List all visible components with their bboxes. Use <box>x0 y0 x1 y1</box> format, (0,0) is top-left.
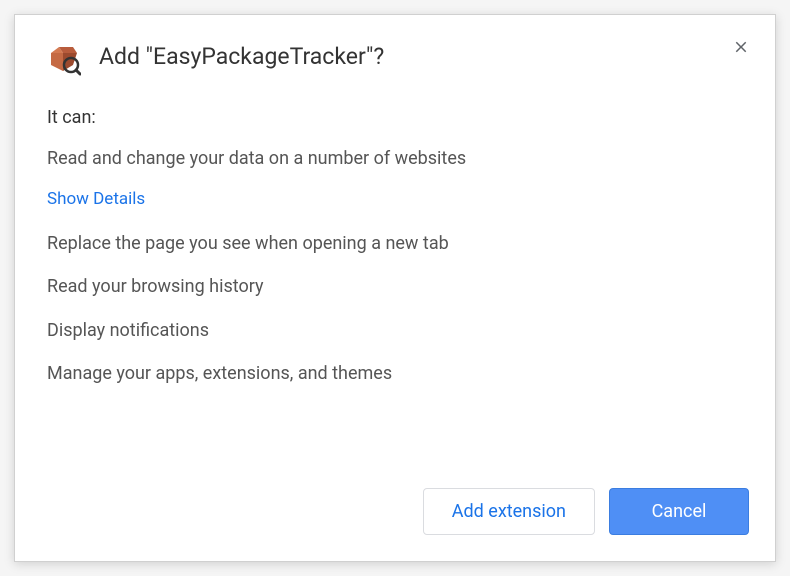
show-details-link[interactable]: Show Details <box>47 189 145 209</box>
permission-item: Replace the page you see when opening a … <box>47 231 743 256</box>
dialog-footer: Add extension Cancel <box>15 472 775 561</box>
permission-item: Read your browsing history <box>47 274 743 299</box>
permissions-intro: It can: <box>47 107 743 128</box>
add-extension-button[interactable]: Add extension <box>423 488 595 535</box>
dialog-body: It can: Read and change your data on a n… <box>15 87 775 472</box>
extension-install-dialog: Add "EasyPackageTracker"? It can: Read a… <box>14 14 776 562</box>
permission-item: Read and change your data on a number of… <box>47 146 743 171</box>
close-icon <box>732 38 750 56</box>
dialog-header: Add "EasyPackageTracker"? <box>15 15 775 87</box>
permission-item: Display notifications <box>47 318 743 343</box>
permission-item: Manage your apps, extensions, and themes <box>47 361 743 386</box>
close-button[interactable] <box>729 35 753 59</box>
cancel-button[interactable]: Cancel <box>609 488 749 535</box>
dialog-title: Add "EasyPackageTracker"? <box>99 43 749 70</box>
extension-icon <box>47 43 81 77</box>
